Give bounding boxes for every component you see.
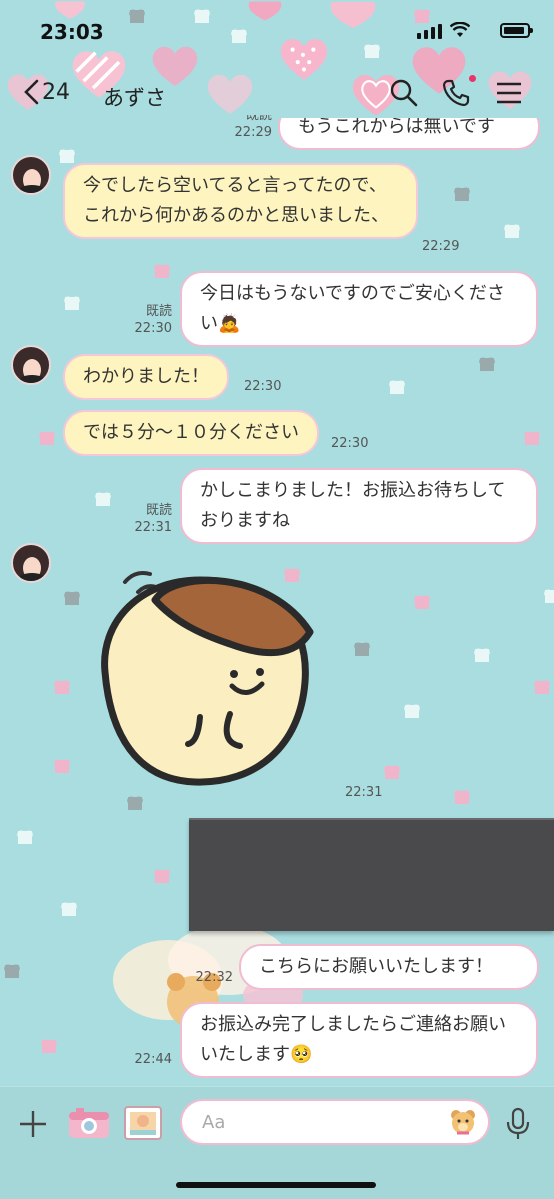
message-text: 今でしたら空いてると言ってたので、これから何かあるのかと思いました、 (83, 175, 389, 226)
sticker-image[interactable] (80, 562, 320, 792)
plus-icon[interactable] (18, 1109, 48, 1139)
message-time: 22:30 (244, 379, 282, 394)
message-time: 22:31 (134, 520, 172, 535)
message-bubble-outgoing[interactable]: こちらにお願いいたします！ (239, 944, 539, 990)
back-button[interactable]: 24 (22, 78, 70, 106)
avatar[interactable] (11, 543, 51, 583)
input-placeholder: Aa (202, 1112, 226, 1133)
camera-icon[interactable] (68, 1107, 110, 1139)
back-chevron-icon (24, 79, 39, 105)
phone-icon[interactable] (441, 78, 471, 108)
message-bubble-incoming[interactable]: 今でしたら空いてると言ってたので、これから何かあるのかと思いました、 (63, 163, 418, 239)
message-text: お振込み完了しましたらご連絡お願いいたします🥺 (200, 1014, 506, 1065)
message-time: 22:29 (422, 239, 460, 254)
message-text: かしこまりました！お振込お待ちしておりますね (200, 480, 506, 531)
chat-header: 24 あずさ (0, 60, 554, 126)
home-indicator (176, 1182, 376, 1188)
unread-count: 24 (42, 79, 70, 105)
status-bar: 23:03 (0, 0, 554, 60)
message-bubble-outgoing[interactable]: 今日はもうないですのでご安心ください🙇 (180, 271, 538, 347)
message-time: 22:29 (234, 125, 272, 140)
album-icon[interactable] (124, 1105, 164, 1141)
message-bubble-incoming[interactable]: では５分〜１０分ください (63, 410, 319, 456)
message-meta: 既読 22:30 (126, 303, 172, 337)
read-receipt: 既読 (145, 304, 172, 319)
message-bubble-outgoing[interactable]: お振込み完了しましたらご連絡お願いいたします🥺 (180, 1002, 538, 1078)
wifi-icon (450, 22, 470, 37)
message-text: では５分〜１０分ください (83, 422, 299, 443)
message-meta: 既読 22:31 (126, 502, 172, 536)
message-time: 22:44 (134, 1052, 172, 1067)
chat-title: あずさ (103, 86, 166, 110)
cellular-signal-icon (417, 24, 442, 39)
message-time: 22:31 (345, 785, 383, 800)
menu-icon[interactable] (494, 78, 524, 108)
message-text: こちらにお願いいたします！ (259, 956, 493, 977)
mic-icon[interactable] (505, 1107, 531, 1141)
bear-sticker-icon[interactable] (448, 1107, 478, 1137)
avatar[interactable] (11, 345, 51, 385)
read-receipt: 既読 (145, 503, 172, 518)
message-time: 22:30 (134, 321, 172, 336)
notification-dot (469, 75, 476, 82)
redacted-image-message[interactable] (189, 818, 554, 931)
message-text: わかりました！ (83, 366, 209, 387)
message-bubble-outgoing[interactable]: かしこまりました！お振込お待ちしておりますね (180, 468, 538, 544)
avatar[interactable] (11, 155, 51, 195)
message-text: 今日はもうないですのでご安心ください🙇 (200, 283, 505, 334)
search-icon[interactable] (389, 78, 419, 108)
message-bubble-incoming[interactable]: わかりました！ (63, 354, 229, 400)
message-time: 22:30 (331, 436, 369, 451)
battery-icon (500, 23, 533, 38)
message-input[interactable]: Aa (180, 1099, 490, 1145)
message-time: 22:32 (195, 970, 233, 985)
status-time: 23:03 (40, 20, 104, 44)
